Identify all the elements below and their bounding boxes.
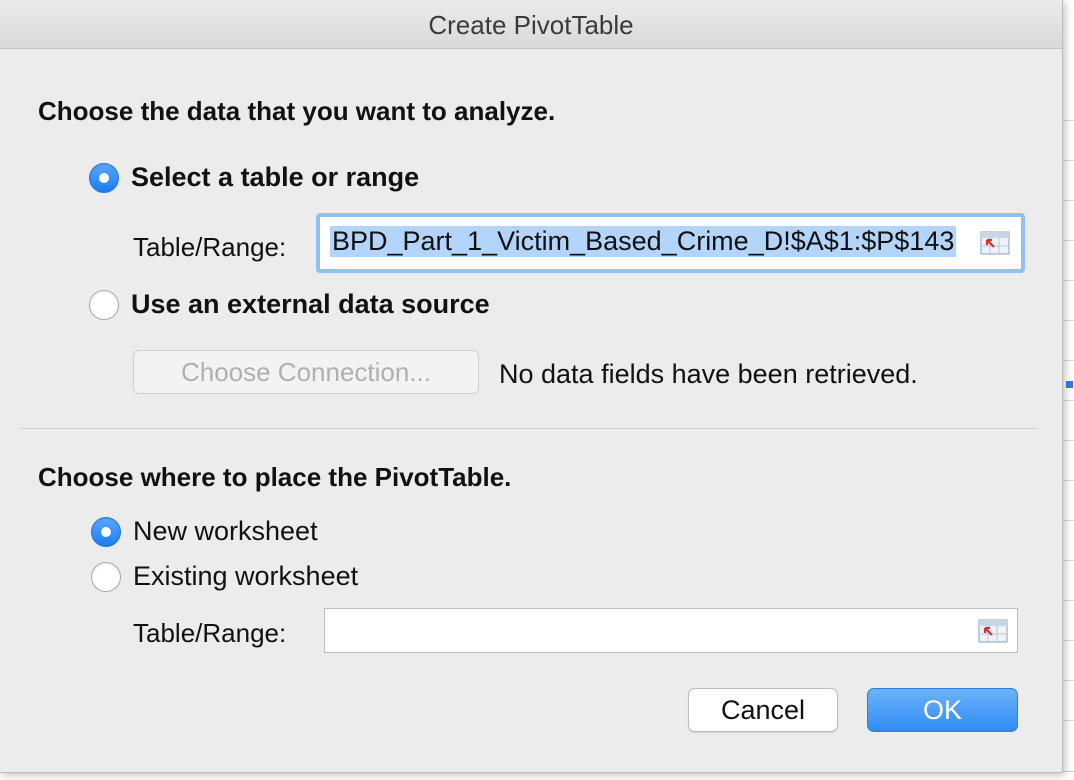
radio-button-unchecked[interactable] <box>91 561 121 592</box>
collapse-range-icon[interactable] <box>978 619 1008 643</box>
radio-select-range-label: Select a table or range <box>131 162 420 192</box>
radio-button-checked[interactable] <box>91 516 121 547</box>
radio-existing-worksheet-label: Existing worksheet <box>133 561 359 591</box>
create-pivottable-dialog: Create PivotTable Choose the data that y… <box>0 0 1063 773</box>
source-range-input[interactable]: BPD_Part_1_Victim_Based_Crime_D!$A$1:$P$… <box>316 213 1025 273</box>
radio-new-worksheet[interactable]: New worksheet <box>91 516 318 547</box>
place-section-heading: Choose where to place the PivotTable. <box>38 462 512 492</box>
dialog-titlebar: Create PivotTable <box>0 0 1062 49</box>
cancel-button[interactable]: Cancel <box>688 688 838 732</box>
radio-external-source[interactable]: Use an external data source <box>89 289 490 320</box>
radio-button-checked[interactable] <box>89 162 119 193</box>
radio-button-unchecked[interactable] <box>89 289 119 320</box>
radio-existing-worksheet[interactable]: Existing worksheet <box>91 561 358 592</box>
destination-range-input[interactable] <box>324 608 1018 653</box>
destination-range-label: Table/Range: <box>133 618 287 648</box>
source-section-heading: Choose the data that you want to analyze… <box>38 96 556 126</box>
section-divider <box>20 428 1038 429</box>
source-range-value: BPD_Part_1_Victim_Based_Crime_D!$A$1:$P$… <box>330 226 957 257</box>
collapse-range-icon[interactable] <box>980 231 1010 255</box>
dialog-title: Create PivotTable <box>428 10 634 40</box>
choose-connection-button[interactable]: Choose Connection... <box>133 350 479 394</box>
source-range-label: Table/Range: <box>133 232 287 262</box>
radio-external-source-label: Use an external data source <box>131 289 490 319</box>
no-data-fields-text: No data fields have been retrieved. <box>499 359 918 389</box>
cell-selection-handle <box>1065 380 1074 389</box>
radio-select-range[interactable]: Select a table or range <box>89 162 419 193</box>
ok-button[interactable]: OK <box>867 688 1018 732</box>
radio-new-worksheet-label: New worksheet <box>133 516 318 546</box>
